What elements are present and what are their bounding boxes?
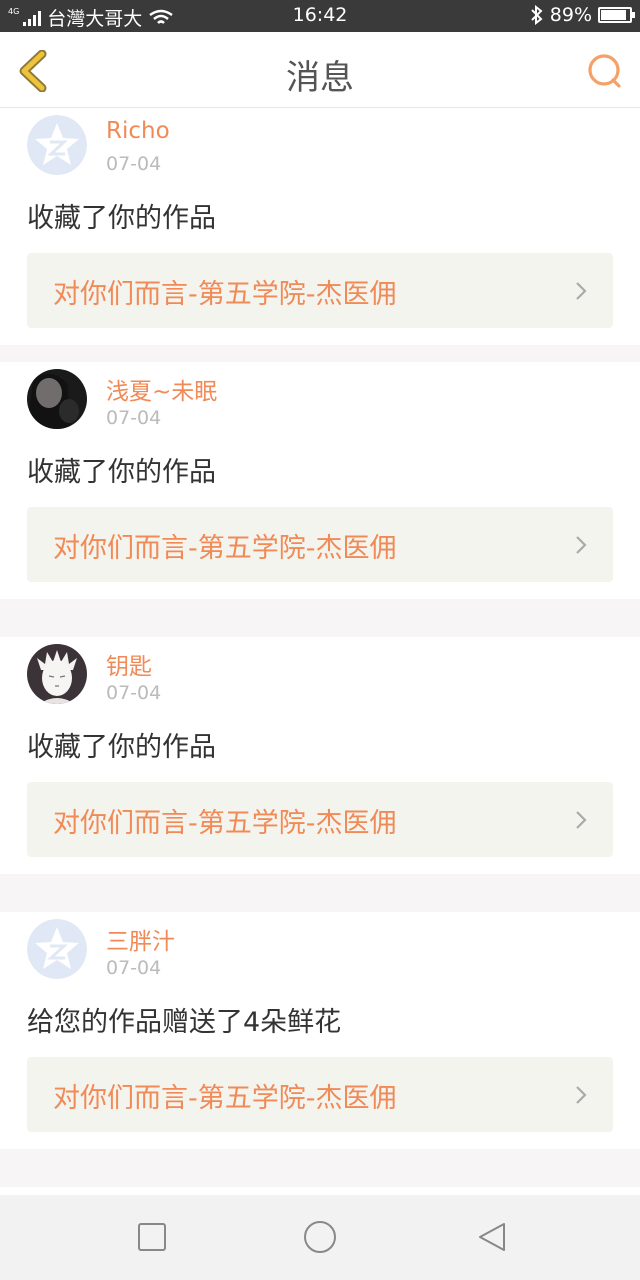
message-date: 07-04 (106, 153, 162, 175)
battery-percent: 89% (549, 4, 592, 26)
chevron-right-icon (576, 536, 587, 554)
message-text: 收藏了你的作品 (27, 457, 216, 488)
page-title: 消息 (286, 58, 354, 98)
photo-avatar-dark-icon (27, 369, 87, 429)
work-link[interactable]: 对你们而言-第五学院-杰医佣 (27, 253, 613, 328)
circle-home-icon[interactable] (302, 1219, 338, 1255)
work-link[interactable]: 对你们而言-第五学院-杰医佣 (27, 782, 613, 857)
message-card: Richo 07-04 收藏了你的作品 对你们而言-第五学院-杰医佣 (0, 108, 640, 345)
triangle-back-icon[interactable] (476, 1221, 508, 1253)
work-link[interactable]: 对你们而言-第五学院-杰医佣 (27, 1057, 613, 1132)
system-nav-bar (0, 1195, 640, 1280)
user-name[interactable]: Richo (106, 118, 170, 144)
battery-icon (598, 7, 635, 23)
user-name[interactable]: 钥匙 (106, 647, 152, 681)
avatar[interactable] (27, 919, 87, 979)
qzone-default-avatar-icon (27, 115, 87, 175)
work-title: 对你们而言-第五学院-杰医佣 (53, 1083, 397, 1114)
message-text: 给您的作品赠送了4朵鲜花 (27, 1007, 342, 1038)
search-button[interactable] (586, 52, 624, 90)
square-recent-apps-icon[interactable] (136, 1221, 168, 1253)
message-card: 浅夏~未眠 07-04 收藏了你的作品 对你们而言-第五学院-杰医佣 (0, 362, 640, 599)
message-date: 07-04 (106, 407, 162, 429)
message-date: 07-04 (106, 957, 162, 979)
message-text: 收藏了你的作品 (27, 732, 216, 763)
qzone-default-avatar-icon (27, 919, 87, 979)
app-header: 消息 (0, 32, 640, 108)
message-date: 07-04 (106, 682, 162, 704)
illustration-avatar-icon (27, 644, 87, 704)
chevron-right-icon (576, 282, 587, 300)
message-text: 收藏了你的作品 (27, 203, 216, 234)
user-name[interactable]: 浅夏~未眠 (106, 372, 217, 406)
message-card: 三胖汁 07-04 给您的作品赠送了4朵鲜花 对你们而言-第五学院-杰医佣 (0, 912, 640, 1149)
avatar[interactable] (27, 115, 87, 175)
avatar[interactable] (27, 369, 87, 429)
user-name[interactable]: 三胖汁 (106, 922, 175, 956)
bluetooth-icon (531, 5, 543, 25)
work-title: 对你们而言-第五学院-杰医佣 (53, 279, 397, 310)
work-link[interactable]: 对你们而言-第五学院-杰医佣 (27, 507, 613, 582)
message-card: 钥匙 07-04 收藏了你的作品 对你们而言-第五学院-杰医佣 (0, 637, 640, 874)
work-title: 对你们而言-第五学院-杰医佣 (53, 533, 397, 564)
status-bar: 4G 台灣大哥大 16:42 89% (0, 0, 640, 32)
chevron-right-icon (576, 811, 587, 829)
chevron-right-icon (576, 1086, 587, 1104)
avatar[interactable] (27, 644, 87, 704)
work-title: 对你们而言-第五学院-杰医佣 (53, 808, 397, 839)
